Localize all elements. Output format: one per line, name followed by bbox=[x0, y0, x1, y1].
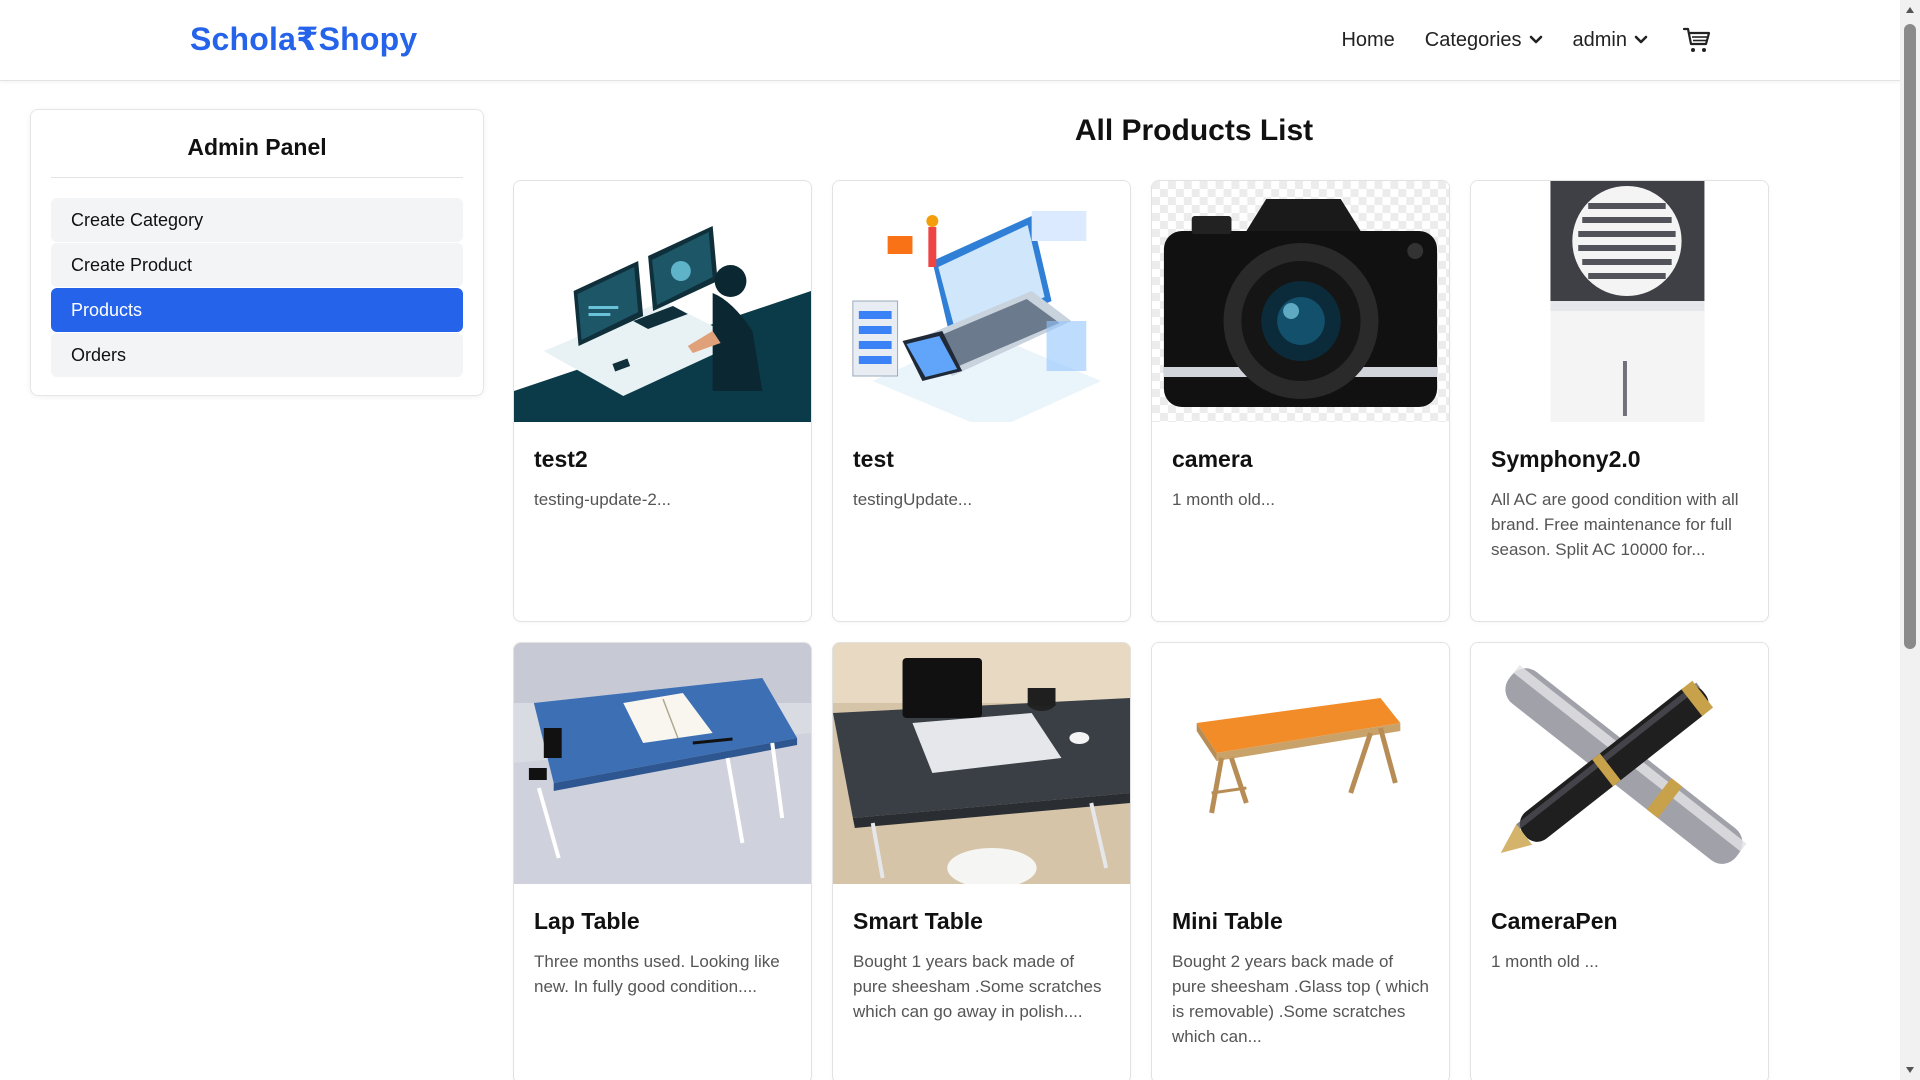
chevron-down-icon bbox=[1634, 35, 1648, 44]
product-image bbox=[1152, 643, 1449, 884]
product-image bbox=[1152, 181, 1449, 422]
product-description: 1 month old ... bbox=[1491, 952, 1599, 971]
nav-categories-dropdown[interactable]: Categories bbox=[1425, 20, 1543, 60]
top-navbar: Schola₹Shopy Home Categories admin bbox=[0, 0, 1900, 81]
product-name: test bbox=[853, 446, 894, 472]
product-description: testing-update-2... bbox=[534, 490, 672, 509]
product-description: Bought 2 years back made of pure sheesha… bbox=[1172, 952, 1430, 1046]
product-name: Mini Table bbox=[1172, 908, 1283, 934]
product-name: Smart Table bbox=[853, 908, 983, 934]
page-title: All Products List bbox=[1074, 114, 1314, 147]
product-card[interactable]: test testingUpdate... bbox=[832, 180, 1131, 622]
product-name: Symphony2.0 bbox=[1491, 446, 1641, 472]
nav-home-label: Home bbox=[1341, 28, 1395, 51]
chevron-down-icon bbox=[1529, 35, 1542, 44]
product-image bbox=[514, 181, 811, 422]
cart-icon[interactable] bbox=[1682, 25, 1712, 55]
nav-menu: Home Categories admin bbox=[1311, 20, 1712, 60]
sidebar-menu: Create Category Create Product Products … bbox=[51, 198, 463, 377]
product-card[interactable]: Smart Table Bought 1 years back made of … bbox=[832, 642, 1131, 1080]
product-grid: test2 testing-update-2... test testingUp… bbox=[513, 180, 1769, 1080]
product-description: All AC are good condition with all brand… bbox=[1491, 490, 1739, 559]
product-card[interactable]: Mini Table Bought 2 years back made of p… bbox=[1151, 642, 1450, 1080]
product-name: test2 bbox=[534, 446, 588, 472]
product-name: Lap Table bbox=[534, 908, 640, 934]
caret-up-icon bbox=[1906, 7, 1914, 13]
product-card[interactable]: Lap Table Three months used. Looking lik… bbox=[513, 642, 812, 1080]
product-description: 1 month old... bbox=[1172, 490, 1276, 509]
brand-logo[interactable]: Schola₹Shopy bbox=[190, 20, 417, 58]
product-image bbox=[1471, 643, 1768, 884]
product-image bbox=[833, 643, 1130, 884]
product-name: camera bbox=[1172, 446, 1253, 472]
product-description: testingUpdate... bbox=[853, 490, 973, 509]
sidebar-item-create-product[interactable]: Create Product bbox=[51, 243, 463, 287]
nav-categories-label: Categories bbox=[1424, 28, 1522, 51]
nav-user-dropdown[interactable]: admin bbox=[1573, 20, 1648, 60]
product-description: Three months used. Looking like new. In … bbox=[534, 952, 780, 996]
sidebar-item-create-category[interactable]: Create Category bbox=[51, 198, 463, 242]
admin-sidebar: Admin Panel Create Category Create Produ… bbox=[30, 109, 484, 396]
sidebar-item-products[interactable]: Products bbox=[51, 288, 463, 332]
product-description: Bought 1 years back made of pure sheesha… bbox=[853, 952, 1102, 1021]
product-name: CameraPen bbox=[1491, 908, 1618, 934]
product-image bbox=[1471, 181, 1768, 422]
product-image bbox=[833, 181, 1130, 422]
page-scrollbar[interactable] bbox=[1900, 0, 1920, 1080]
product-card[interactable]: Symphony2.0 All AC are good condition wi… bbox=[1470, 180, 1769, 622]
product-card[interactable]: test2 testing-update-2... bbox=[513, 180, 812, 622]
product-card[interactable]: camera 1 month old... bbox=[1151, 180, 1450, 622]
scroll-up-arrow-icon[interactable] bbox=[1900, 0, 1920, 20]
caret-down-icon bbox=[1906, 1067, 1914, 1073]
scrollbar-thumb[interactable] bbox=[1904, 24, 1916, 649]
nav-home-link[interactable]: Home bbox=[1341, 20, 1394, 60]
sidebar-title: Admin Panel bbox=[51, 110, 463, 178]
product-card[interactable]: CameraPen 1 month old ... bbox=[1470, 642, 1769, 1080]
product-image bbox=[514, 643, 811, 884]
scroll-down-arrow-icon[interactable] bbox=[1900, 1060, 1920, 1080]
sidebar-item-orders[interactable]: Orders bbox=[51, 333, 463, 377]
nav-user-label: admin bbox=[1572, 28, 1627, 51]
